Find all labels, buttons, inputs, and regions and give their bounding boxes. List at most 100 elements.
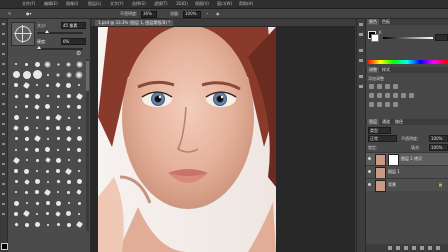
new-layer-icon[interactable] — [428, 246, 432, 250]
blur-tool-icon[interactable] — [2, 143, 5, 145]
menu-image[interactable]: 图像(I) — [66, 1, 78, 7]
character-panel-icon[interactable] — [359, 75, 363, 78]
link-layers-icon[interactable] — [388, 246, 392, 250]
brush-preset[interactable] — [64, 198, 74, 208]
brush-preset[interactable] — [64, 177, 74, 187]
brush-preset[interactable] — [43, 209, 53, 219]
brush-preset[interactable] — [22, 145, 32, 155]
brush-preset[interactable] — [64, 80, 74, 90]
brush-preset[interactable] — [22, 166, 32, 176]
shape-tool-icon[interactable] — [2, 193, 5, 195]
tab-color[interactable]: 颜色 — [367, 19, 379, 25]
airbrush-icon[interactable]: ⌁ — [206, 11, 208, 16]
brush-preset[interactable] — [43, 187, 53, 197]
brush-preset[interactable] — [32, 134, 42, 144]
layer-row[interactable]: 图层 1 — [366, 165, 448, 179]
opacity-field[interactable]: 36% — [141, 11, 157, 18]
brush-preset[interactable] — [32, 166, 42, 176]
menu-type[interactable]: 文字(Y) — [110, 1, 124, 7]
brush-preset[interactable] — [11, 220, 21, 230]
history-brush-tool-icon[interactable] — [2, 113, 5, 115]
brush-preset[interactable] — [53, 166, 63, 176]
brush-preset[interactable] — [74, 145, 84, 155]
tab-swatches[interactable]: 色板 — [380, 19, 392, 25]
color-value-field[interactable] — [435, 34, 448, 41]
brush-preset[interactable] — [53, 187, 63, 197]
brush-preset[interactable] — [53, 113, 63, 123]
brush-preset[interactable] — [64, 166, 74, 176]
brush-preset[interactable] — [74, 102, 84, 112]
brush-preset[interactable] — [74, 155, 84, 165]
brush-preset[interactable] — [53, 209, 63, 219]
pressure-icon[interactable]: ◉ — [216, 11, 220, 16]
brush-preset[interactable] — [32, 145, 42, 155]
layer-row[interactable]: 图层 1 拷贝 — [366, 152, 448, 166]
brush-preset[interactable] — [32, 113, 42, 123]
brush-preset[interactable] — [32, 209, 42, 219]
brush-preset[interactable] — [43, 198, 53, 208]
brush-preset[interactable] — [43, 123, 53, 133]
layer-name[interactable]: 图层 1 — [388, 169, 400, 175]
type-tool-icon[interactable] — [2, 173, 5, 175]
background-swatch[interactable] — [371, 34, 379, 42]
brush-preset[interactable] — [11, 209, 21, 219]
color-spectrum-bar[interactable] — [367, 60, 447, 64]
brush-preset[interactable] — [43, 80, 53, 90]
eye-icon[interactable] — [368, 183, 371, 186]
tab-adjustments[interactable]: 调整 — [367, 67, 379, 73]
brush-preset[interactable] — [32, 59, 42, 69]
brush-preset[interactable] — [22, 102, 32, 112]
brush-preset[interactable] — [64, 123, 74, 133]
menu-file[interactable]: 文件(F) — [22, 1, 35, 7]
brush-preset[interactable] — [74, 177, 84, 187]
brush-preset[interactable] — [74, 70, 84, 80]
layer-opacity-field[interactable]: 100% — [429, 135, 448, 142]
brush-preset[interactable] — [22, 220, 32, 230]
tab-styles[interactable]: 样式 — [380, 67, 392, 73]
pen-tool-icon[interactable] — [2, 163, 5, 165]
brush-preset[interactable] — [53, 70, 63, 80]
brush-preset[interactable] — [11, 123, 21, 133]
layer-name[interactable]: 图层 1 拷贝 — [401, 156, 422, 162]
layer-kind-filter[interactable]: 类型 — [368, 127, 391, 134]
brush-preset[interactable] — [43, 91, 53, 101]
gradient-tool-icon[interactable] — [2, 133, 5, 135]
brush-preset[interactable] — [64, 145, 74, 155]
brush-preset[interactable] — [53, 220, 63, 230]
foreground-color-swatch[interactable] — [1, 243, 8, 250]
brush-preset[interactable] — [74, 187, 84, 197]
brush-preset[interactable] — [53, 177, 63, 187]
layer-row[interactable]: 背景 🔒 — [366, 178, 448, 192]
healing-tool-icon[interactable] — [2, 83, 5, 85]
flow-field[interactable]: 100% — [183, 11, 201, 18]
brush-preset[interactable] — [22, 155, 32, 165]
new-adjustment-icon[interactable] — [412, 246, 416, 250]
paragraph-panel-icon[interactable] — [359, 85, 363, 88]
marquee-tool-icon[interactable] — [2, 33, 5, 35]
eraser-tool-icon[interactable] — [2, 123, 5, 125]
brush-preset[interactable] — [22, 70, 32, 80]
brush-preset[interactable] — [22, 123, 32, 133]
layer-name[interactable]: 背景 — [388, 182, 396, 188]
brush-preset[interactable] — [53, 80, 63, 90]
gradient-map-adjust-icon[interactable] — [393, 102, 398, 107]
brush-preset[interactable] — [11, 187, 21, 197]
brush-angle-preview[interactable] — [11, 22, 35, 46]
properties-panel-icon[interactable] — [359, 33, 363, 36]
brush-preset[interactable] — [32, 187, 42, 197]
brush-preset[interactable] — [11, 113, 21, 123]
brush-preset[interactable] — [11, 91, 21, 101]
brush-grid-scrollbar[interactable] — [86, 59, 89, 231]
brush-preset[interactable] — [22, 80, 32, 90]
brush-preset[interactable] — [64, 155, 74, 165]
eye-icon[interactable] — [368, 157, 371, 160]
document-tab[interactable]: 1.psd @ 33.3% (图层 1, 图层蒙版/8) * — [95, 20, 174, 26]
brush-preset[interactable] — [32, 91, 42, 101]
brush-size-slider[interactable] — [37, 30, 83, 34]
brush-preset[interactable] — [53, 102, 63, 112]
color-balance-adjust-icon[interactable] — [385, 93, 390, 98]
brush-preset[interactable] — [11, 198, 21, 208]
color-slider[interactable] — [383, 37, 433, 39]
brush-preset[interactable] — [64, 91, 74, 101]
brush-preset[interactable] — [74, 198, 84, 208]
